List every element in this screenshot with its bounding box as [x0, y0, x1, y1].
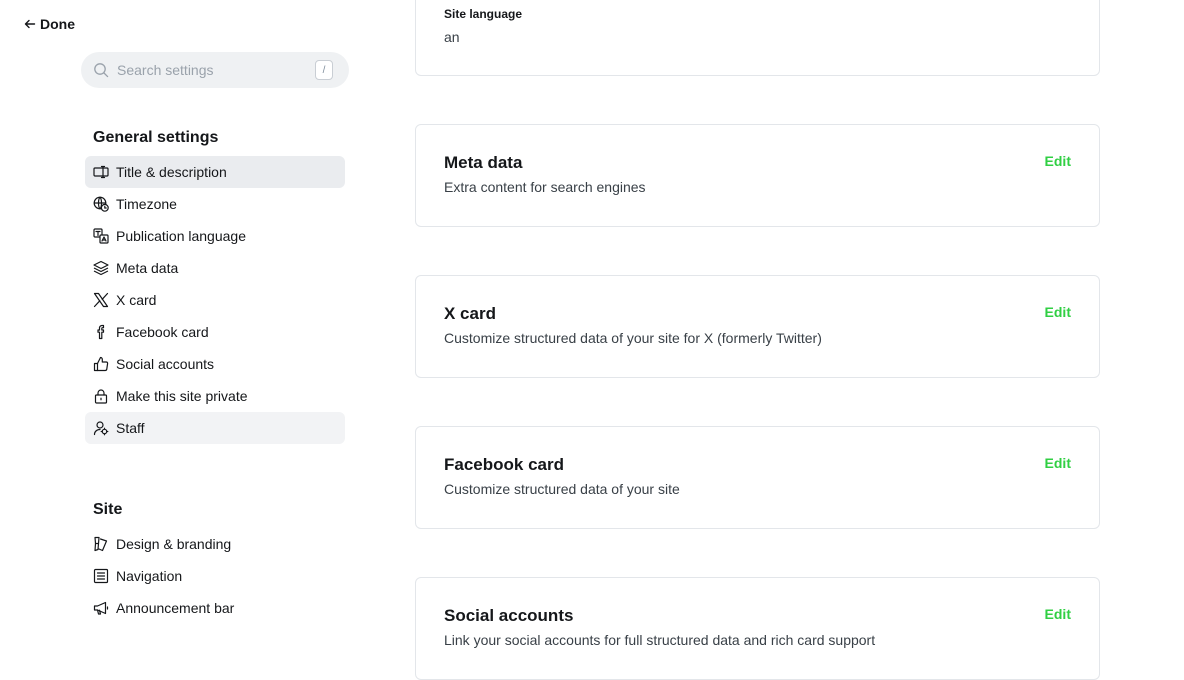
list-icon — [93, 568, 109, 584]
card-description: Customize structured data of your site — [444, 481, 680, 497]
sidebar-item-timezone[interactable]: Timezone — [85, 188, 345, 220]
site-nav: Design & branding Navigation Announcemen… — [85, 528, 345, 624]
sidebar-item-staff[interactable]: Staff — [85, 412, 345, 444]
sidebar-item-x-card[interactable]: X card — [85, 284, 345, 316]
search-shortcut-key: / — [315, 60, 333, 80]
search-input[interactable] — [115, 61, 305, 79]
site-language-label: Site language — [444, 7, 523, 21]
sidebar-item-label: Social accounts — [116, 356, 215, 372]
settings-main: Site language an Meta data Extra content… — [370, 0, 1184, 680]
site-language-card: Site language an — [415, 0, 1100, 76]
sidebar-item-label: Title & description — [116, 164, 227, 180]
settings-sidebar: Done / General settings Title & descript… — [0, 0, 370, 650]
sidebar-item-label: Design & branding — [116, 536, 232, 552]
sidebar-item-label: Timezone — [116, 196, 177, 212]
sidebar-item-label: X card — [116, 292, 157, 308]
sidebar-item-facebook-card[interactable]: Facebook card — [85, 316, 345, 348]
done-button[interactable]: Done — [24, 16, 75, 32]
staff-icon — [93, 420, 109, 436]
arrow-left-icon — [24, 19, 36, 29]
sidebar-item-label: Navigation — [116, 568, 183, 584]
sidebar-item-make-site-private[interactable]: Make this site private — [85, 380, 345, 412]
social-accounts-card: Social accounts Link your social account… — [415, 577, 1100, 680]
sidebar-item-label: Meta data — [116, 260, 179, 276]
translate-icon — [93, 228, 109, 244]
site-language-value: an — [444, 29, 460, 45]
card-title: Facebook card — [444, 455, 564, 474]
title-icon — [93, 164, 109, 180]
general-settings-heading: General settings — [93, 129, 219, 146]
thumbs-up-icon — [93, 356, 109, 372]
card-title: Social accounts — [444, 606, 574, 625]
sidebar-item-meta-data[interactable]: Meta data — [85, 252, 345, 284]
done-label: Done — [40, 16, 75, 32]
facebook-icon — [93, 324, 109, 340]
x-card-card: X card Customize structured data of your… — [415, 275, 1100, 378]
globe-clock-icon — [93, 196, 109, 212]
card-description: Link your social accounts for full struc… — [444, 632, 876, 648]
card-title: X card — [444, 304, 496, 323]
sidebar-item-label: Make this site private — [116, 388, 248, 404]
meta-data-edit-button[interactable]: Edit — [1045, 153, 1071, 169]
sidebar-item-navigation[interactable]: Navigation — [85, 560, 345, 592]
sidebar-item-label: Publication language — [116, 228, 246, 244]
paintbrush-icon — [93, 536, 109, 552]
facebook-card-edit-button[interactable]: Edit — [1045, 455, 1071, 471]
x-card-edit-button[interactable]: Edit — [1045, 304, 1071, 320]
search-settings[interactable]: / — [81, 52, 349, 88]
sidebar-item-announcement-bar[interactable]: Announcement bar — [85, 592, 345, 624]
general-settings-nav: Title & description Timezone Publication… — [85, 156, 345, 444]
sidebar-item-title-description[interactable]: Title & description — [85, 156, 345, 188]
search-icon — [94, 63, 109, 78]
social-accounts-edit-button[interactable]: Edit — [1045, 606, 1071, 622]
sidebar-item-social-accounts[interactable]: Social accounts — [85, 348, 345, 380]
sidebar-item-publication-language[interactable]: Publication language — [85, 220, 345, 252]
card-description: Extra content for search engines — [444, 179, 646, 195]
facebook-card-card: Facebook card Customize structured data … — [415, 426, 1100, 529]
card-description: Customize structured data of your site f… — [444, 330, 822, 346]
megaphone-icon — [93, 600, 109, 616]
sidebar-item-label: Staff — [116, 420, 145, 436]
sidebar-item-label: Facebook card — [116, 324, 209, 340]
x-logo-icon — [93, 292, 109, 308]
meta-data-card: Meta data Extra content for search engin… — [415, 124, 1100, 227]
site-heading: Site — [93, 501, 123, 518]
card-title: Meta data — [444, 153, 523, 172]
layers-icon — [93, 260, 109, 276]
sidebar-item-label: Announcement bar — [116, 600, 235, 616]
sidebar-item-design-branding[interactable]: Design & branding — [85, 528, 345, 560]
lock-icon — [93, 388, 109, 404]
